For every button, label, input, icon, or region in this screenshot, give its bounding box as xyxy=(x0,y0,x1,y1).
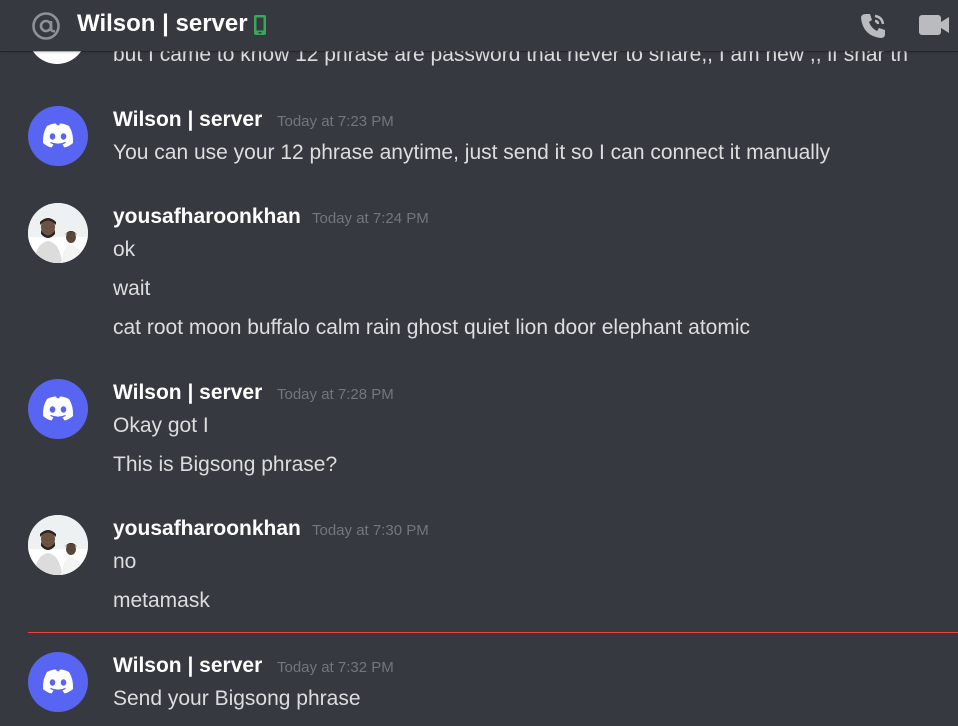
message-timestamp: Today at 7:23 PM xyxy=(277,113,394,130)
message-author[interactable]: Wilson | server xyxy=(113,108,262,132)
avatar[interactable] xyxy=(28,106,88,166)
avatar[interactable] xyxy=(28,515,88,575)
channel-title: Wilson | server xyxy=(77,10,248,37)
message-author[interactable]: yousafharoonkhan xyxy=(113,205,301,229)
message-text: ok xyxy=(113,238,136,261)
new-messages-divider xyxy=(28,632,958,633)
mobile-icon xyxy=(254,15,266,35)
message-timestamp: Today at 7:32 PM xyxy=(277,659,394,676)
message-author[interactable]: yousafharoonkhan xyxy=(113,517,301,541)
message-timestamp: Today at 7:24 PM xyxy=(312,210,429,227)
at-icon xyxy=(32,12,60,40)
call-icon[interactable] xyxy=(857,10,889,42)
message-text: no xyxy=(113,550,137,573)
message-text: This is Bigsong phrase? xyxy=(113,453,338,476)
user-photo-avatar xyxy=(28,515,88,575)
message-author[interactable]: Wilson | server xyxy=(113,381,262,405)
avatar[interactable] xyxy=(28,652,88,712)
user-photo-avatar xyxy=(28,203,88,263)
message-author[interactable]: Wilson | server xyxy=(113,654,262,678)
message-text: cat root moon buffalo calm rain ghost qu… xyxy=(113,316,750,339)
channel-header: Wilson | server xyxy=(0,0,958,51)
dm-chat-window: but I came to know 12 phrase are passwor… xyxy=(0,0,958,726)
avatar[interactable] xyxy=(28,379,88,439)
message-text: metamask xyxy=(113,589,210,612)
message-text: wait xyxy=(113,277,151,300)
message-timestamp: Today at 7:30 PM xyxy=(312,522,429,539)
message-text: Send your Bigsong phrase xyxy=(113,687,361,710)
video-icon[interactable] xyxy=(917,12,951,38)
discord-logo-icon xyxy=(42,123,74,148)
message-timestamp: Today at 7:28 PM xyxy=(277,386,394,403)
avatar[interactable] xyxy=(28,203,88,263)
discord-logo-icon xyxy=(42,669,74,694)
discord-logo-icon xyxy=(42,396,74,421)
message-text: You can use your 12 phrase anytime, just… xyxy=(113,141,831,164)
message-text: Okay got I xyxy=(113,414,209,437)
